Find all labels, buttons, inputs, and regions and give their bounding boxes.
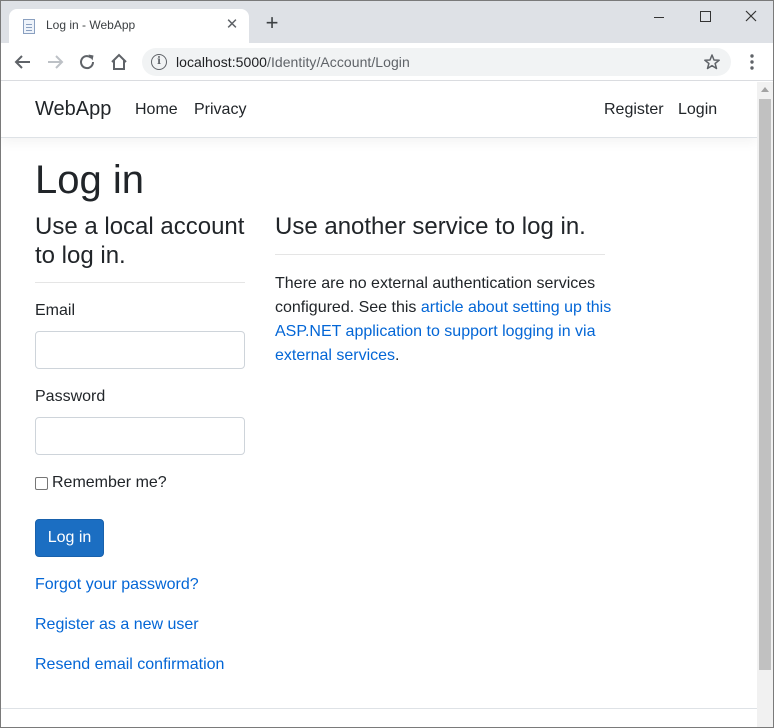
local-account-heading: Use a local account to log in. xyxy=(35,213,245,269)
password-label: Password xyxy=(35,388,106,405)
password-field[interactable] xyxy=(35,417,245,455)
browser-tab[interactable]: Log in - WebApp ✕ xyxy=(9,9,249,43)
email-field[interactable] xyxy=(35,331,245,369)
browser-window: Log in - WebApp ✕ + i localhost:5000/Ide… xyxy=(0,0,774,728)
bookmark-star-icon[interactable] xyxy=(703,53,721,71)
forgot-password-link[interactable]: Forgot your password? xyxy=(35,576,199,594)
vertical-scrollbar[interactable] xyxy=(757,82,773,727)
nav-privacy-link[interactable]: Privacy xyxy=(194,101,246,119)
close-window-icon[interactable] xyxy=(727,5,773,29)
external-divider xyxy=(275,254,605,255)
login-submit-button[interactable]: Log in xyxy=(35,519,104,557)
external-login-heading: Use another service to log in. xyxy=(275,213,586,240)
remember-me-checkbox[interactable] xyxy=(35,477,48,490)
tab-title: Log in - WebApp xyxy=(46,18,136,32)
footer-border xyxy=(1,708,757,709)
browser-menu-icon[interactable] xyxy=(743,52,761,72)
scrollbar-thumb[interactable] xyxy=(759,99,771,670)
new-tab-plus-icon[interactable]: + xyxy=(261,12,283,35)
external-services-text: There are no external authentication ser… xyxy=(275,272,615,368)
close-tab-icon[interactable]: ✕ xyxy=(223,16,241,34)
brand-link[interactable]: WebApp xyxy=(35,98,111,121)
page-title: Log in xyxy=(35,158,144,202)
url-text: localhost:5000/Identity/Account/Login xyxy=(176,54,410,70)
url-host: localhost:5000 xyxy=(176,54,267,70)
email-label: Email xyxy=(35,302,76,319)
home-icon[interactable] xyxy=(108,51,130,73)
nav-login-link[interactable]: Login xyxy=(678,101,717,119)
scroll-up-arrow-icon[interactable] xyxy=(761,87,769,92)
resend-confirmation-link[interactable]: Resend email confirmation xyxy=(35,656,224,674)
local-divider xyxy=(35,282,245,283)
register-new-user-link[interactable]: Register as a new user xyxy=(35,616,199,634)
url-path: /Identity/Account/Login xyxy=(267,54,410,70)
nav-register-link[interactable]: Register xyxy=(604,101,664,119)
remember-me-label[interactable]: Remember me? xyxy=(52,474,167,492)
nav-home-link[interactable]: Home xyxy=(135,101,178,119)
tab-strip: Log in - WebApp ✕ + xyxy=(1,1,773,43)
browser-toolbar: i localhost:5000/Identity/Account/Login xyxy=(1,43,773,81)
site-info-icon[interactable]: i xyxy=(151,54,167,70)
reload-icon[interactable] xyxy=(76,51,98,73)
forward-arrow-icon[interactable] xyxy=(44,51,66,73)
address-bar[interactable]: i localhost:5000/Identity/Account/Login xyxy=(142,48,731,76)
site-navbar: WebApp Home Privacy Register Login xyxy=(1,82,757,138)
maximize-window-icon[interactable] xyxy=(681,5,727,29)
minimize-window-icon[interactable] xyxy=(633,5,679,29)
page-viewport: WebApp Home Privacy Register Login Log i… xyxy=(1,82,757,727)
back-arrow-icon[interactable] xyxy=(12,51,34,73)
external-text-tail: . xyxy=(395,347,400,364)
page-favicon-icon xyxy=(23,19,35,34)
